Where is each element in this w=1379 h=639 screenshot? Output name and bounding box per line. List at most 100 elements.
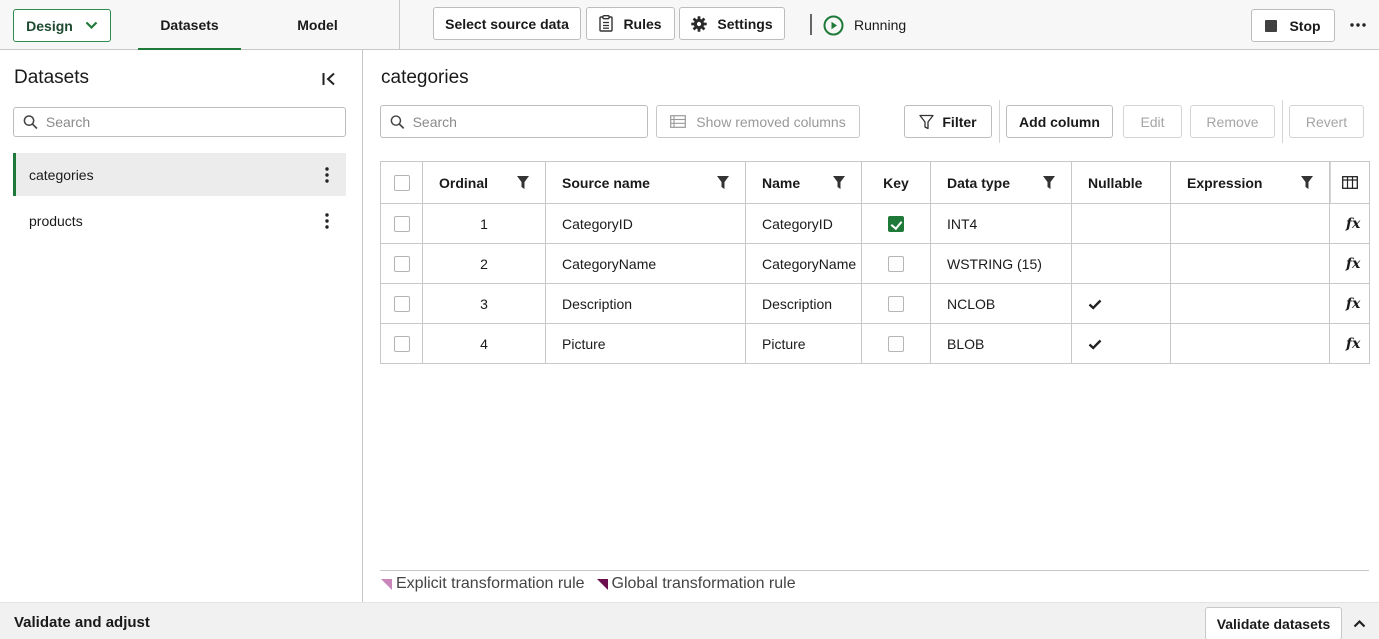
column-search[interactable] xyxy=(380,105,648,138)
button-label: Revert xyxy=(1305,113,1348,130)
collapse-panel-button[interactable] xyxy=(318,69,340,89)
expression-cell xyxy=(1170,243,1330,284)
header-label: Ordinal xyxy=(439,174,489,191)
dataset-title: categories xyxy=(381,67,469,88)
key-checkbox[interactable] xyxy=(888,256,904,273)
design-label: Design xyxy=(26,17,73,34)
key-checkbox[interactable] xyxy=(888,336,904,353)
datasets-panel: Datasets categories products xyxy=(0,50,363,602)
table-row[interactable]: 3 Description Description NCLOB fx xyxy=(380,283,1370,324)
more-vertical-icon xyxy=(325,213,329,229)
header-source-name[interactable]: Source name xyxy=(545,161,746,204)
source-name-cell: CategoryID xyxy=(545,203,746,244)
show-removed-columns-button[interactable]: Show removed columns xyxy=(656,105,860,138)
panel-title: Datasets xyxy=(14,67,89,88)
stop-button[interactable]: Stop xyxy=(1251,9,1335,42)
header-name[interactable]: Name xyxy=(745,161,862,204)
filter-button[interactable]: Filter xyxy=(904,105,992,138)
filter-filled-icon[interactable] xyxy=(717,176,729,189)
nullable-cell xyxy=(1071,243,1171,284)
validate-datasets-button[interactable]: Validate datasets xyxy=(1205,607,1342,639)
key-checkbox[interactable] xyxy=(888,216,904,233)
add-column-button[interactable]: Add column xyxy=(1006,105,1113,138)
header-ordinal[interactable]: Ordinal xyxy=(422,161,546,204)
tab-label: Model xyxy=(297,17,338,33)
data-type-cell: NCLOB xyxy=(930,283,1072,324)
column-selector-cell xyxy=(1329,161,1370,204)
divider xyxy=(1282,100,1283,143)
divider xyxy=(399,0,400,50)
tab-datasets[interactable]: Datasets xyxy=(138,0,241,51)
key-checkbox[interactable] xyxy=(888,296,904,313)
name-cell: CategoryID xyxy=(745,203,862,244)
remove-button[interactable]: Remove xyxy=(1190,105,1275,138)
button-label: Show removed columns xyxy=(696,113,846,130)
table-row[interactable]: 4 Picture Picture BLOB fx xyxy=(380,323,1370,364)
dataset-search[interactable] xyxy=(13,107,346,137)
search-icon xyxy=(390,114,405,129)
filter-icon xyxy=(919,114,935,129)
data-type-cell: BLOB xyxy=(930,323,1072,364)
header-label: Expression xyxy=(1187,174,1263,191)
button-label: Filter xyxy=(942,113,977,130)
data-type-cell: WSTRING (15) xyxy=(930,243,1072,284)
header-expression[interactable]: Expression xyxy=(1170,161,1330,204)
button-label: Stop xyxy=(1289,17,1321,34)
expression-editor-cell: fx xyxy=(1329,323,1370,364)
edit-button[interactable]: Edit xyxy=(1123,105,1182,138)
fx-icon[interactable]: fx xyxy=(1346,256,1360,272)
nullable-cell xyxy=(1071,203,1171,244)
row-select-cell xyxy=(380,323,423,364)
select-all-cell xyxy=(380,161,423,204)
expression-cell xyxy=(1170,283,1330,324)
top-bar: Design Datasets Model Select source data… xyxy=(0,0,1379,51)
source-name-cell: CategoryName xyxy=(545,243,746,284)
more-options-button[interactable] xyxy=(1346,14,1370,36)
select-all-checkbox[interactable] xyxy=(393,175,410,192)
dataset-item-products[interactable]: products xyxy=(13,199,346,242)
tab-model[interactable]: Model xyxy=(266,0,369,50)
column-search-input[interactable] xyxy=(412,113,647,130)
select-source-data-button[interactable]: Select source data xyxy=(433,7,581,40)
checkmark-icon xyxy=(1088,299,1102,310)
dataset-menu-button[interactable] xyxy=(320,211,334,231)
header-key[interactable]: Key xyxy=(861,161,931,204)
ordinal-cell: 3 xyxy=(422,283,546,324)
clipboard-icon xyxy=(599,15,614,32)
design-dropdown[interactable]: Design xyxy=(13,9,111,42)
row-select-cell xyxy=(380,283,423,324)
stop-icon xyxy=(1265,19,1278,32)
fx-icon[interactable]: fx xyxy=(1346,336,1360,352)
table-row[interactable]: 2 CategoryName CategoryName WSTRING (15) fx xyxy=(380,243,1370,284)
column-selector-button[interactable] xyxy=(1330,162,1369,203)
rules-button[interactable]: Rules xyxy=(586,7,675,40)
dataset-menu-button[interactable] xyxy=(320,165,334,185)
filter-filled-icon[interactable] xyxy=(1301,176,1313,189)
table-row[interactable]: 1 CategoryID CategoryID INT4 fx xyxy=(380,203,1370,244)
row-select-cell xyxy=(380,203,423,244)
header-label: Name xyxy=(762,174,801,191)
row-checkbox[interactable] xyxy=(393,216,410,233)
ordinal-cell: 4 xyxy=(422,323,546,364)
button-label: Validate datasets xyxy=(1216,615,1331,632)
expression-cell xyxy=(1170,323,1330,364)
row-checkbox[interactable] xyxy=(393,256,410,273)
fx-icon[interactable]: fx xyxy=(1346,296,1360,312)
filter-filled-icon[interactable] xyxy=(833,176,845,189)
button-label: Add column xyxy=(1019,113,1100,130)
revert-button[interactable]: Revert xyxy=(1289,105,1364,138)
expand-panel-button[interactable] xyxy=(1350,615,1368,631)
row-select-cell xyxy=(380,243,423,284)
dataset-search-input[interactable] xyxy=(45,114,345,130)
dataset-item-categories[interactable]: categories xyxy=(13,153,346,196)
row-checkbox[interactable] xyxy=(393,336,410,353)
header-data-type[interactable]: Data type xyxy=(930,161,1072,204)
expression-editor-cell: fx xyxy=(1329,243,1370,284)
fx-icon[interactable]: fx xyxy=(1346,216,1360,232)
filter-filled-icon[interactable] xyxy=(517,176,529,189)
settings-button[interactable]: Settings xyxy=(679,7,785,40)
filter-filled-icon[interactable] xyxy=(1043,176,1055,189)
button-label: Settings xyxy=(717,15,773,32)
row-checkbox[interactable] xyxy=(393,296,410,313)
header-nullable[interactable]: Nullable xyxy=(1071,161,1171,204)
